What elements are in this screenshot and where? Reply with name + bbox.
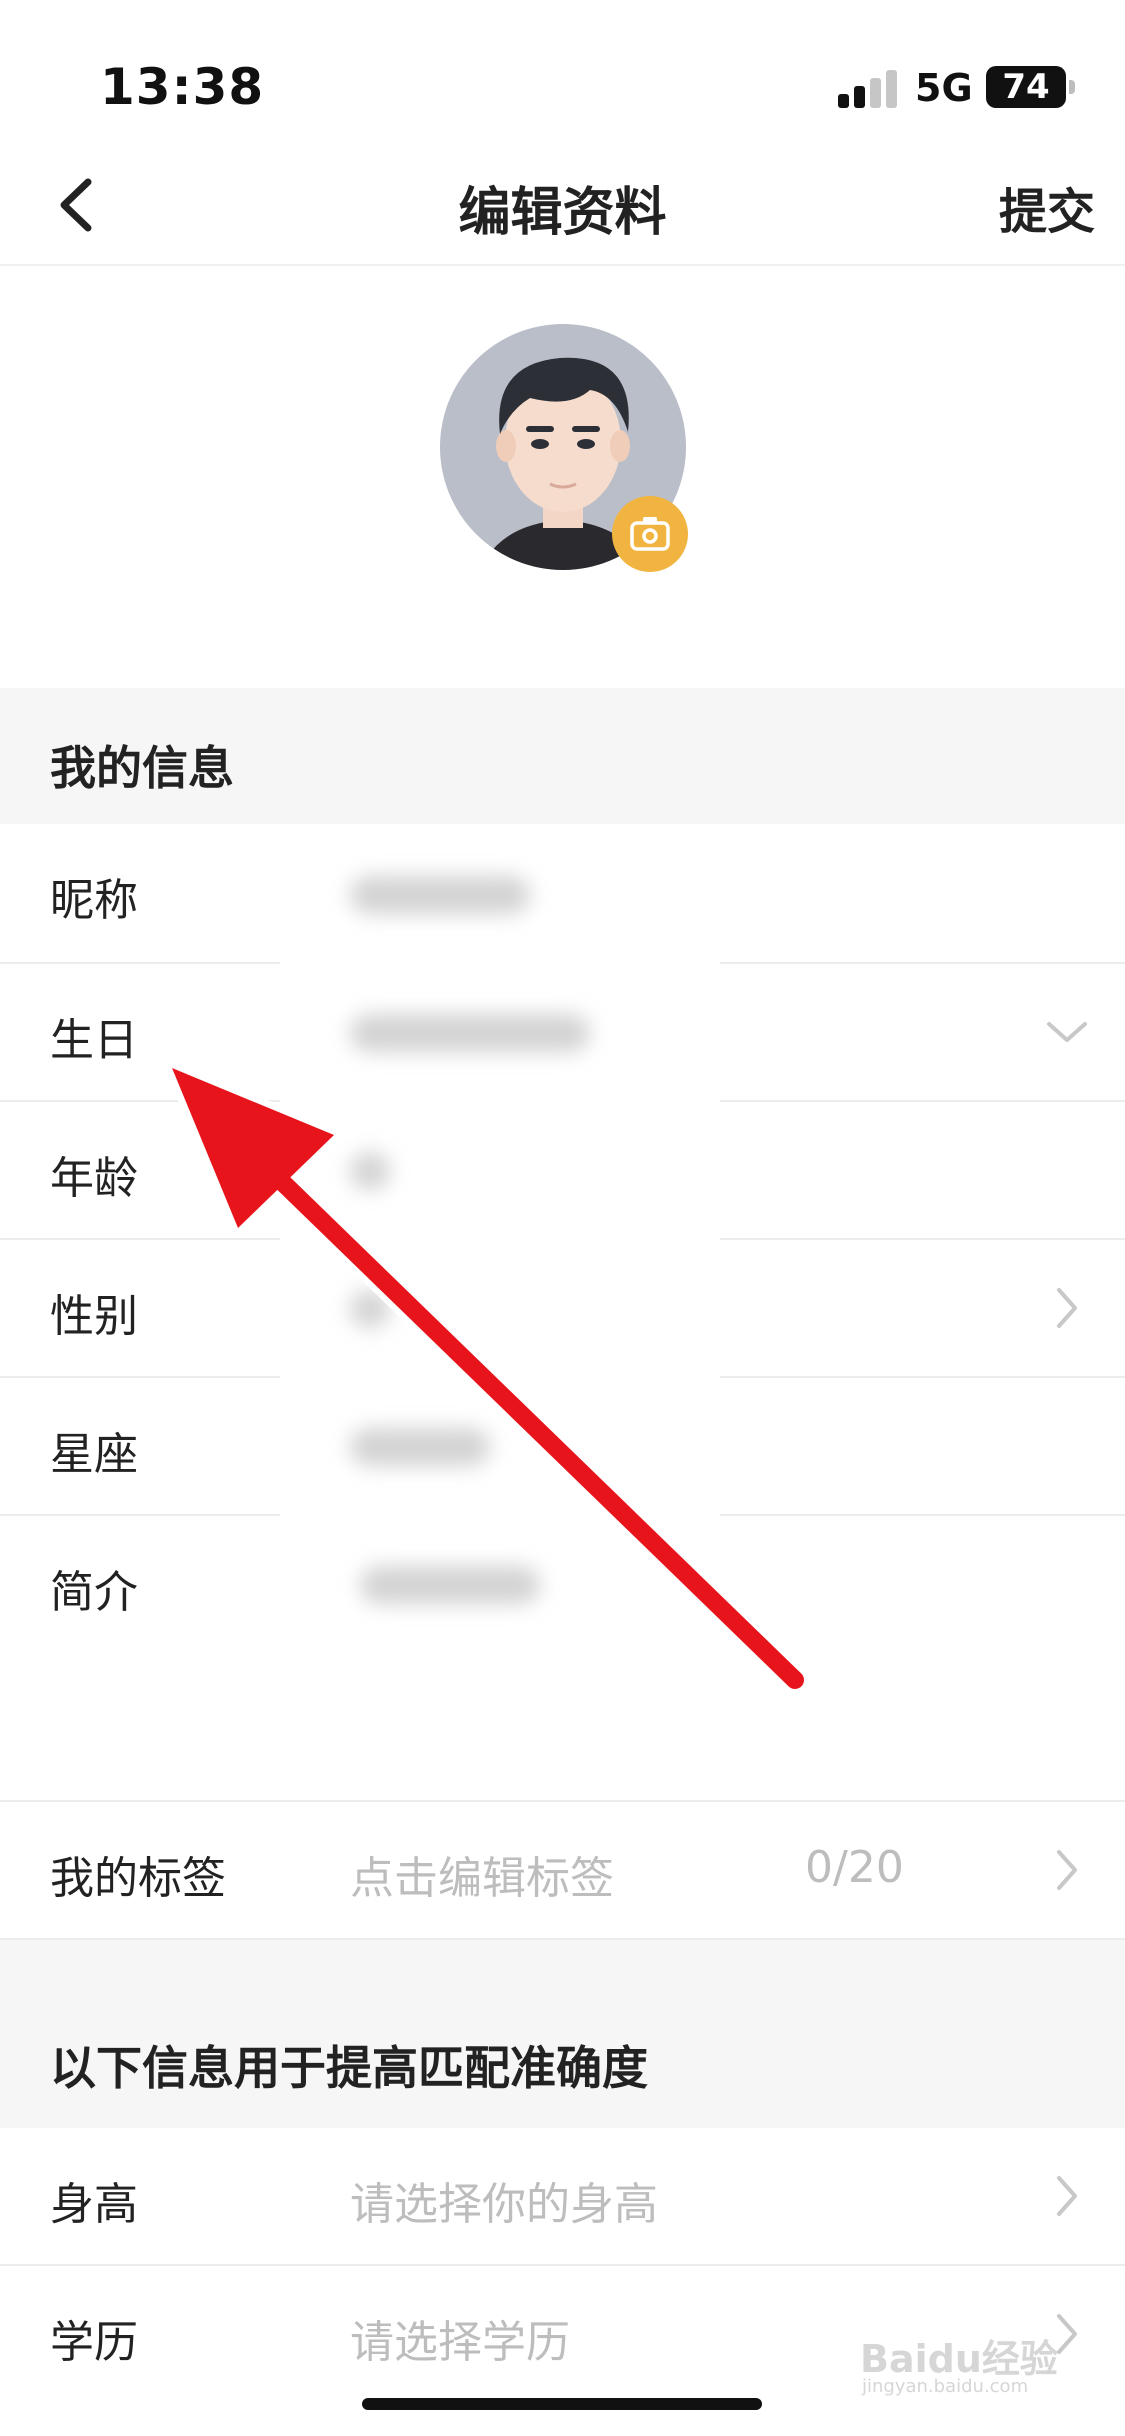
tags-placeholder: 点击编辑标签 xyxy=(350,1853,614,1904)
row-label: 身高 xyxy=(50,2179,138,2230)
section-match-info: 以下信息用于提高匹配准确度 xyxy=(0,1940,1125,2128)
watermark: Baidu经验 xyxy=(860,2337,1058,2381)
chevron-right-icon xyxy=(1057,1850,1077,1890)
chevron-right-icon xyxy=(1057,1288,1077,1328)
status-bar: 13:38 5G 74 xyxy=(0,0,1125,150)
watermark-url: jingyan.baidu.com xyxy=(862,2376,1029,2397)
section-title: 以下信息用于提高匹配准确度 xyxy=(50,2041,648,2095)
blurred-values xyxy=(280,826,720,1640)
page-title: 编辑资料 xyxy=(458,183,667,243)
battery-level: 74 xyxy=(1002,67,1050,107)
row-label: 年龄 xyxy=(50,1153,138,1204)
home-indicator[interactable] xyxy=(362,2398,762,2410)
row-label: 我的标签 xyxy=(50,1853,226,1904)
row-label: 生日 xyxy=(50,1015,138,1066)
section-title: 我的信息 xyxy=(50,741,234,795)
nav-bar: 编辑资料 提交 xyxy=(0,150,1125,266)
status-time: 13:38 xyxy=(100,58,265,116)
education-placeholder: 请选择学历 xyxy=(350,2317,570,2368)
chevron-down-icon xyxy=(1047,1022,1087,1042)
row-label: 性别 xyxy=(50,1291,138,1342)
section-my-info: 我的信息 xyxy=(0,688,1125,824)
submit-button[interactable]: 提交 xyxy=(999,172,1095,242)
camera-icon xyxy=(630,517,670,551)
tags-count: 0/20 xyxy=(805,1842,904,1893)
avatar-section xyxy=(0,266,1125,686)
row-label: 学历 xyxy=(50,2317,138,2368)
signal-icon xyxy=(838,66,900,108)
battery-icon: 74 xyxy=(986,66,1075,108)
row-height[interactable]: 身高 请选择你的身高 xyxy=(0,2128,1125,2266)
row-label: 昵称 xyxy=(50,875,138,926)
row-label: 星座 xyxy=(50,1429,138,1480)
change-avatar-button[interactable] xyxy=(612,496,688,572)
chevron-right-icon xyxy=(1057,2176,1077,2216)
height-placeholder: 请选择你的身高 xyxy=(350,2179,658,2230)
network-type: 5G xyxy=(915,66,973,110)
row-label: 简介 xyxy=(50,1567,138,1618)
row-tags[interactable]: 我的标签 点击编辑标签 0/20 xyxy=(0,1802,1125,1940)
